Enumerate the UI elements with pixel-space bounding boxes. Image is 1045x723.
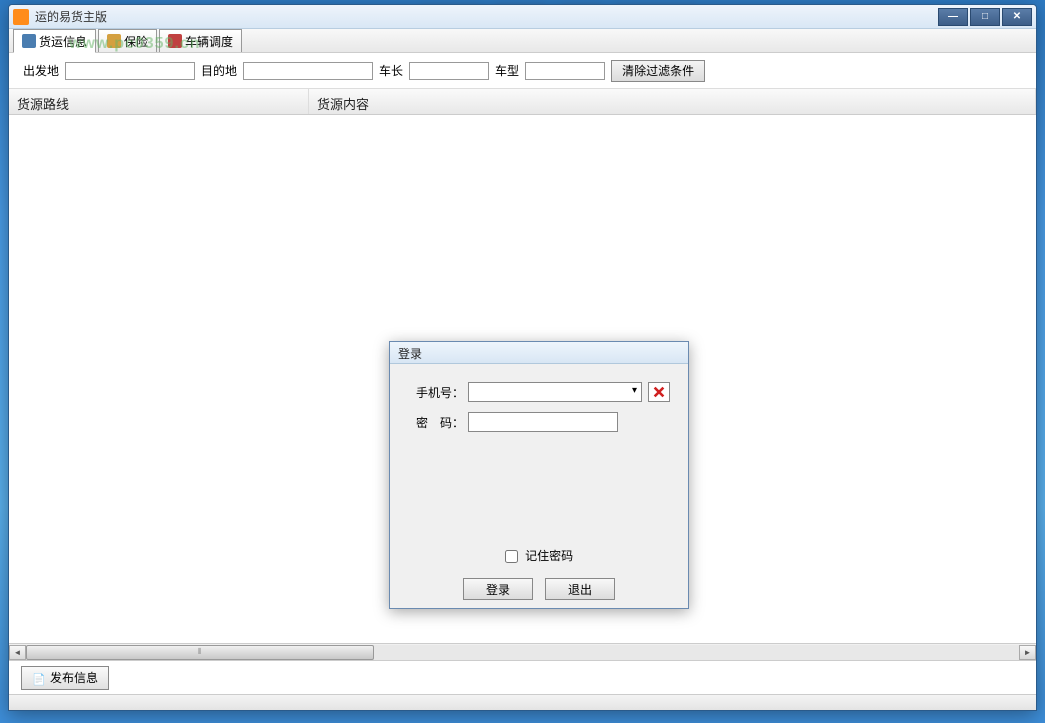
- login-dialog-title[interactable]: 登录: [390, 342, 688, 364]
- window-title: 运的易货主版: [35, 8, 936, 25]
- status-bar: [9, 694, 1036, 710]
- publish-info-button[interactable]: 发布信息: [21, 666, 109, 690]
- tab-freight-info[interactable]: 货运信息: [13, 29, 96, 53]
- exit-button[interactable]: 退出: [545, 578, 615, 600]
- publish-icon: [32, 672, 46, 684]
- login-dialog: 登录 手机号： 密 码： 记住密码: [389, 341, 689, 609]
- scroll-left-arrow[interactable]: ◄: [9, 645, 26, 660]
- title-bar[interactable]: 运的易货主版 — □ ✕: [9, 5, 1036, 29]
- type-label: 车型: [495, 62, 519, 79]
- departure-label: 出发地: [23, 62, 59, 79]
- tab-vehicle-dispatch[interactable]: 车辆调度: [159, 29, 242, 52]
- destination-input[interactable]: [243, 62, 373, 80]
- departure-input[interactable]: [65, 62, 195, 80]
- clear-filter-button[interactable]: 清除过滤条件: [611, 60, 705, 82]
- tab-bar: 货运信息 保险 车辆调度: [9, 29, 1036, 53]
- login-button[interactable]: 登录: [463, 578, 533, 600]
- phone-label: 手机号：: [408, 384, 464, 401]
- scroll-track[interactable]: [26, 645, 1019, 660]
- content-area: 登录 手机号： 密 码： 记住密码: [9, 115, 1036, 643]
- password-label: 密 码：: [408, 414, 464, 431]
- destination-label: 目的地: [201, 62, 237, 79]
- insurance-icon: [107, 34, 121, 48]
- main-window: 运的易货主版 — □ ✕ 货运信息 保险 车辆调度 www.pc0359.cn …: [8, 4, 1037, 711]
- length-label: 车长: [379, 62, 403, 79]
- tab-insurance[interactable]: 保险: [98, 29, 157, 52]
- maximize-button[interactable]: □: [970, 8, 1000, 26]
- scroll-thumb[interactable]: [26, 645, 374, 660]
- app-icon: [13, 9, 29, 25]
- scroll-right-arrow[interactable]: ►: [1019, 645, 1036, 660]
- length-input[interactable]: [409, 62, 489, 80]
- freight-icon: [22, 34, 36, 48]
- tab-label: 货运信息: [39, 33, 87, 50]
- bottom-toolbar: 发布信息: [9, 660, 1036, 694]
- tab-label: 保险: [124, 33, 148, 50]
- filter-bar: 出发地 目的地 车长 车型 清除过滤条件: [9, 53, 1036, 89]
- close-button[interactable]: ✕: [1002, 8, 1032, 26]
- password-input[interactable]: [468, 412, 618, 432]
- delete-phone-button[interactable]: [648, 382, 670, 402]
- tab-label: 车辆调度: [185, 33, 233, 50]
- delete-x-icon: [652, 385, 666, 399]
- type-input[interactable]: [525, 62, 605, 80]
- remember-password-label[interactable]: 记住密码: [505, 549, 573, 563]
- horizontal-scrollbar[interactable]: ◄ ►: [9, 643, 1036, 660]
- minimize-button[interactable]: —: [938, 8, 968, 26]
- phone-combobox[interactable]: [468, 382, 642, 402]
- remember-password-checkbox[interactable]: [505, 550, 518, 563]
- column-headers: 货源路线 货源内容: [9, 89, 1036, 115]
- dispatch-icon: [168, 34, 182, 48]
- column-route[interactable]: 货源路线: [9, 89, 309, 114]
- publish-label: 发布信息: [50, 669, 98, 686]
- column-content[interactable]: 货源内容: [309, 89, 1036, 114]
